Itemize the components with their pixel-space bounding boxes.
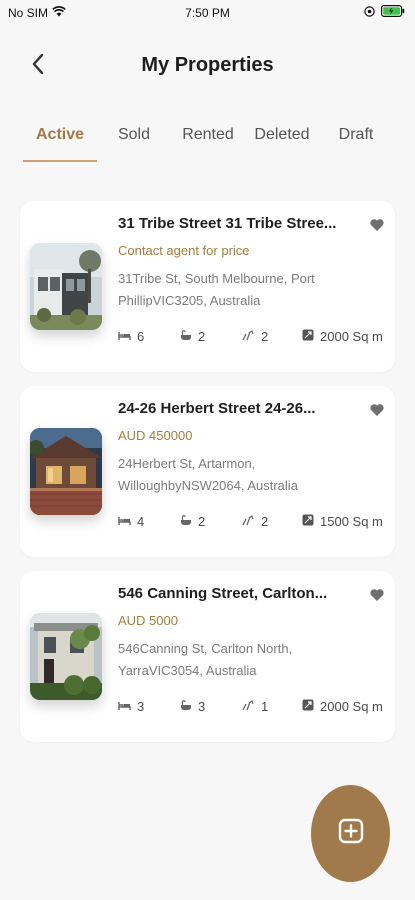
- tab-draft[interactable]: Draft: [319, 118, 393, 164]
- property-title: 31 Tribe Street 31 Tribe Stree...: [118, 215, 337, 232]
- heart-icon[interactable]: [369, 217, 385, 233]
- area-stat: 2000 Sq m: [302, 699, 383, 714]
- parking-stat: 1: [242, 699, 268, 714]
- area-value: 2000 Sq m: [320, 699, 383, 714]
- add-square-icon: [337, 817, 365, 850]
- address-line-2: WilloughbyNSW2064, Australia: [118, 478, 298, 493]
- property-stats: 6 2 2 2000 Sq m: [118, 329, 386, 349]
- tab-active[interactable]: Active: [23, 118, 97, 164]
- baths-stat: 3: [180, 699, 205, 714]
- add-property-button[interactable]: [311, 785, 390, 882]
- property-address: 31Tribe St, South Melbourne, Port Philli…: [118, 268, 368, 312]
- baths-stat: 2: [180, 329, 205, 344]
- bed-icon: [118, 329, 131, 344]
- baths-count: 2: [198, 329, 206, 344]
- beds-count: 4: [137, 514, 145, 529]
- heart-icon[interactable]: [369, 402, 385, 418]
- status-right: [364, 5, 405, 20]
- tab-rented[interactable]: Rented: [171, 118, 245, 164]
- header: My Properties: [0, 44, 415, 88]
- status-time: 7:50 PM: [185, 6, 230, 20]
- property-photo: [30, 613, 102, 700]
- parking-count: 2: [261, 514, 269, 529]
- beds-count: 6: [137, 329, 145, 344]
- parking-count: 1: [261, 699, 269, 714]
- area-icon: [302, 514, 314, 529]
- area-icon: [302, 329, 314, 344]
- bath-icon: [180, 329, 192, 344]
- property-price: AUD 5000: [118, 613, 178, 628]
- bed-icon: [118, 514, 131, 529]
- parking-count: 2: [261, 329, 269, 344]
- heart-icon[interactable]: [369, 587, 385, 603]
- area-value: 2000 Sq m: [320, 329, 383, 344]
- property-card[interactable]: 31 Tribe Street 31 Tribe Stree... Contac…: [20, 201, 395, 372]
- baths-stat: 2: [180, 514, 205, 529]
- property-card[interactable]: 546 Canning Street, Carlton... AUD 5000 …: [20, 571, 395, 742]
- battery-icon: [381, 5, 405, 20]
- tab-bar: Active Sold Rented Deleted Draft: [23, 118, 401, 164]
- area-stat: 2000 Sq m: [302, 329, 383, 344]
- parking-icon: [242, 514, 255, 529]
- baths-count: 3: [198, 699, 206, 714]
- property-photo: [30, 243, 102, 330]
- property-photo: [30, 428, 102, 515]
- bath-icon: [180, 514, 192, 529]
- beds-stat: 6: [118, 329, 144, 344]
- property-price: Contact agent for price: [118, 243, 250, 258]
- area-stat: 1500 Sq m: [302, 514, 383, 529]
- parking-stat: 2: [242, 329, 268, 344]
- address-line-2: YarraVIC3054, Australia: [118, 663, 257, 678]
- bath-icon: [180, 699, 192, 714]
- page-title: My Properties: [141, 54, 274, 76]
- parking-stat: 2: [242, 514, 268, 529]
- status-bar: No SIM 7:50 PM: [0, 0, 415, 26]
- beds-stat: 3: [118, 699, 144, 714]
- baths-count: 2: [198, 514, 206, 529]
- address-line-2: PhillipVIC3205, Australia: [118, 293, 261, 308]
- beds-count: 3: [137, 699, 145, 714]
- parking-icon: [242, 329, 255, 344]
- area-icon: [302, 699, 314, 714]
- tab-sold[interactable]: Sold: [97, 118, 171, 164]
- bed-icon: [118, 699, 131, 714]
- address-line-1: 24Herbert St, Artarmon,: [118, 456, 256, 471]
- property-title: 24-26 Herbert Street 24-26...: [118, 400, 316, 417]
- orientation-lock-icon: [364, 5, 375, 20]
- property-price: AUD 450000: [118, 428, 193, 443]
- tab-deleted[interactable]: Deleted: [245, 118, 319, 164]
- area-value: 1500 Sq m: [320, 514, 383, 529]
- property-title: 546 Canning Street, Carlton...: [118, 585, 328, 602]
- beds-stat: 4: [118, 514, 144, 529]
- property-address: 24Herbert St, Artarmon, WilloughbyNSW206…: [118, 453, 368, 497]
- parking-icon: [242, 699, 255, 714]
- property-stats: 3 3 1 2000 Sq m: [118, 699, 386, 719]
- property-stats: 4 2 2 1500 Sq m: [118, 514, 386, 534]
- property-card[interactable]: 24-26 Herbert Street 24-26... AUD 450000…: [20, 386, 395, 557]
- address-line-1: 31Tribe St, South Melbourne, Port: [118, 271, 315, 286]
- property-address: 546Canning St, Carlton North, YarraVIC30…: [118, 638, 368, 682]
- address-line-1: 546Canning St, Carlton North,: [118, 641, 293, 656]
